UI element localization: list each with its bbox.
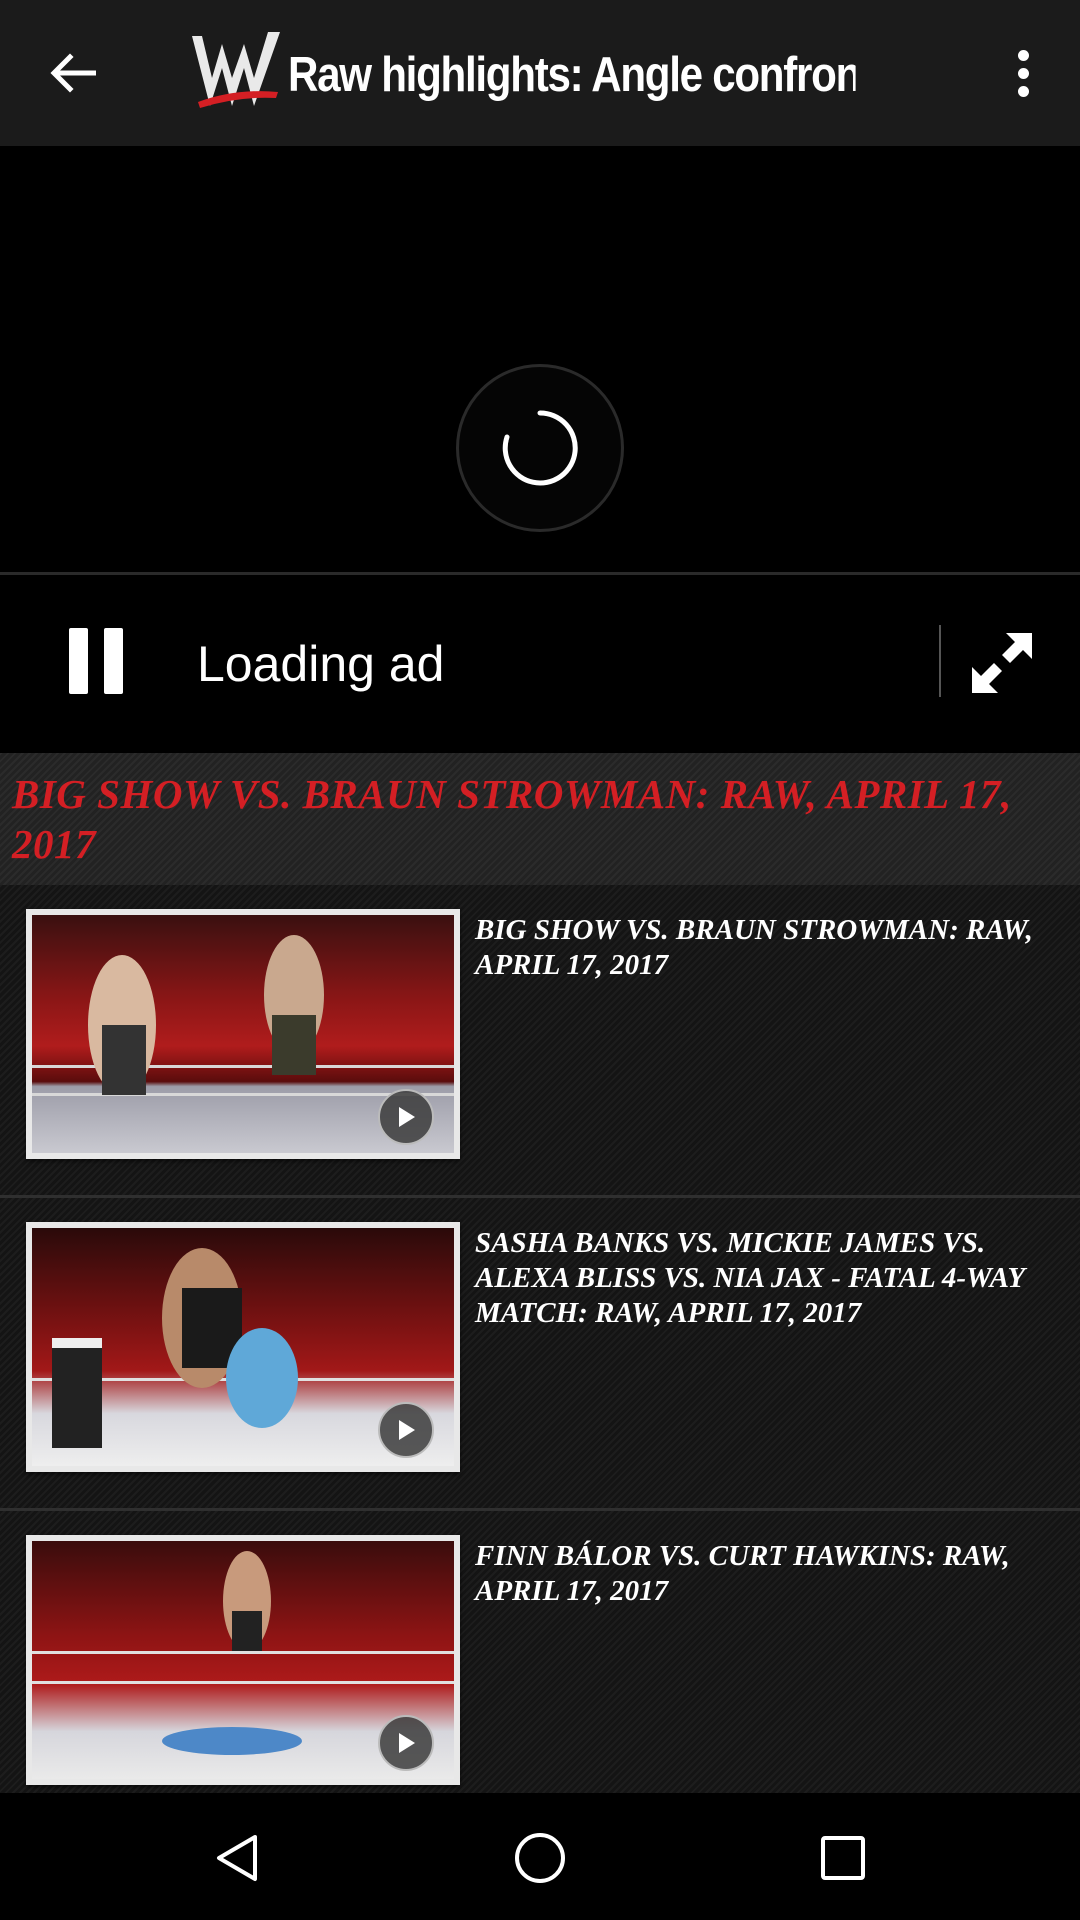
app-bar: Raw highlights: Angle confronts Strow… (0, 0, 1080, 146)
video-item-title[interactable]: SASHA BANKS VS. MICKIE JAMES VS. ALEXA B… (475, 1226, 1055, 1331)
section-title: BIG SHOW VS. BRAUN STROWMAN: RAW, APRIL … (12, 771, 1012, 867)
loading-ad-label: Loading ad (197, 636, 445, 692)
video-player[interactable] (0, 146, 1080, 572)
section-header: BIG SHOW VS. BRAUN STROWMAN: RAW, APRIL … (0, 753, 1080, 885)
back-button[interactable] (38, 43, 108, 103)
more-options-button[interactable] (1000, 43, 1046, 103)
more-vert-icon (1017, 49, 1029, 61)
video-item-title[interactable]: BIG SHOW VS. BRAUN STROWMAN: RAW, APRIL … (475, 913, 1055, 983)
video-title: Raw highlights: Angle confronts Strow… (288, 48, 856, 102)
nav-recents-button[interactable] (808, 1823, 878, 1893)
wwe-logo-icon (188, 28, 284, 118)
pause-icon (69, 628, 88, 694)
loading-spinner-icon (456, 364, 624, 532)
controls-separator (939, 625, 941, 697)
play-icon (378, 1715, 434, 1771)
nav-home-circle-icon (515, 1833, 565, 1883)
play-icon (378, 1402, 434, 1458)
arrow-left-icon (50, 53, 96, 93)
nav-back-button[interactable] (202, 1823, 272, 1893)
list-item[interactable]: BIG SHOW VS. BRAUN STROWMAN: RAW, APRIL … (0, 885, 1080, 1198)
nav-back-triangle-icon (217, 1835, 257, 1881)
list-item[interactable]: FINN BÁLOR VS. CURT HAWKINS: RAW, APRIL … (0, 1511, 1080, 1793)
video-thumbnail[interactable] (26, 1535, 460, 1785)
play-icon (378, 1089, 434, 1145)
list-item[interactable]: SASHA BANKS VS. MICKIE JAMES VS. ALEXA B… (0, 1198, 1080, 1511)
fullscreen-expand-icon (972, 633, 1032, 693)
video-thumbnail[interactable] (26, 909, 460, 1159)
fullscreen-button[interactable] (968, 629, 1036, 697)
related-videos-list[interactable]: BIG SHOW VS. BRAUN STROWMAN: RAW, APRIL … (0, 885, 1080, 1793)
nav-recents-square-icon (821, 1836, 865, 1880)
nav-home-button[interactable] (505, 1823, 575, 1893)
video-thumbnail[interactable] (26, 1222, 460, 1472)
video-item-title[interactable]: FINN BÁLOR VS. CURT HAWKINS: RAW, APRIL … (475, 1539, 1055, 1609)
pause-button[interactable] (66, 628, 126, 694)
system-nav-bar (0, 1793, 1080, 1920)
player-controls: Loading ad (0, 575, 1080, 753)
